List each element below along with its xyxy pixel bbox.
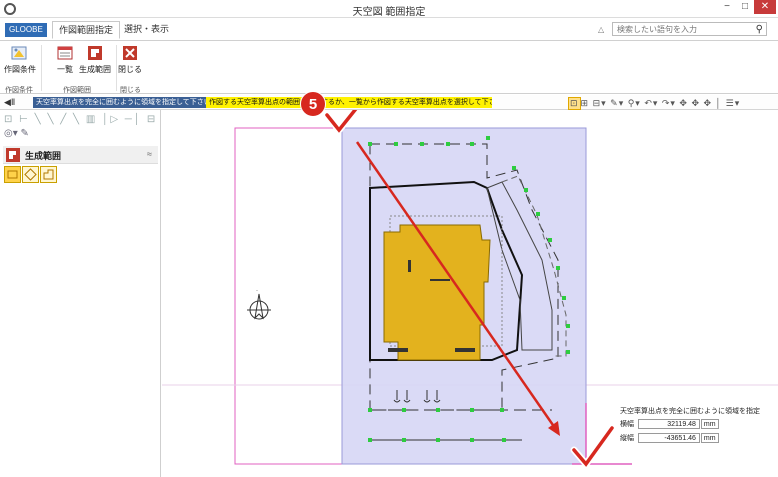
height-unit: mm: [700, 433, 719, 443]
instruction-message: 天空率算出点を完全に囲むように領域を指定して下さい。: [33, 97, 221, 108]
calc-point: [446, 142, 450, 146]
search-box: ⚲: [612, 22, 767, 36]
calc-point: [402, 438, 406, 442]
calc-point: [368, 438, 372, 442]
detail-bar: [388, 348, 408, 352]
close-ribbon-label: 閉じる: [118, 65, 142, 74]
height-row: 縦幅 -43651.46 mm: [620, 433, 770, 444]
section-title: 生成範囲: [25, 151, 62, 161]
fit-view-icon[interactable]: ⊡: [568, 97, 581, 110]
calc-point: [548, 238, 552, 242]
group-divider: [41, 45, 42, 91]
group-label-range: 作図範囲: [63, 87, 91, 94]
height-label: 縦幅: [620, 435, 634, 442]
width-label: 横幅: [620, 421, 634, 428]
tab-drawing-range[interactable]: 作図範囲指定: [52, 21, 121, 39]
width-unit: mm: [700, 419, 719, 429]
polygon-icon: [43, 169, 54, 180]
tab-gloobe[interactable]: GLOOBE: [5, 23, 47, 37]
calc-point: [470, 408, 474, 412]
diamond-shape-button[interactable]: [22, 166, 39, 183]
ribbon-tab-bar: GLOOBE 作図範囲指定 選択・表示 △ ⚲: [0, 18, 778, 40]
calc-point: [486, 136, 490, 140]
detail-mark: [408, 260, 411, 272]
group-label-conditions: 作図条件: [5, 87, 33, 94]
view-toolbar[interactable]: ⊡ ⊞ ⊟▾ ✎▾ ⚲▾ ↶▾ ↷▾ ✥ ✥ ✥ │ ☰▾: [568, 97, 740, 110]
calc-point: [470, 438, 474, 442]
calc-point: [420, 142, 424, 146]
calc-point: [470, 142, 474, 146]
drawing-conditions-button[interactable]: 作図条件: [4, 45, 36, 75]
north-arrow-icon: ·: [247, 288, 271, 320]
calc-point: [566, 324, 570, 328]
group-divider: [116, 45, 117, 91]
building-footprint: [383, 224, 491, 361]
calc-point: [394, 142, 398, 146]
calc-point: [556, 266, 560, 270]
maximize-button[interactable]: □: [736, 0, 754, 14]
range-size-panel: 天空率算出点を完全に囲むように領域を指定 横幅 32119.48 mm 縦幅 -…: [620, 406, 770, 444]
polygon-shape-button[interactable]: [40, 166, 57, 183]
help-icon[interactable]: △: [598, 25, 604, 34]
rectangle-icon: [7, 170, 18, 179]
generation-range-icon: [88, 46, 102, 60]
ribbon: 作図条件 一覧 生成範囲 閉じる 作図条件 作図範囲 閉じる: [0, 40, 778, 94]
close-icon: [123, 46, 137, 60]
tab-select-view[interactable]: 選択・表示: [118, 21, 175, 39]
guide-message: 作図する天空率算出点の範囲を指定するか、一覧から作図する天空率算出点を選択して下…: [206, 97, 492, 108]
range-size-title: 天空率算出点を完全に囲むように領域を指定: [620, 408, 760, 415]
close-ribbon-button[interactable]: 閉じる: [118, 45, 142, 75]
rectangle-shape-button[interactable]: [4, 166, 21, 183]
list-label: 一覧: [57, 65, 73, 74]
generation-range-icon: [6, 148, 20, 162]
calc-point: [536, 212, 540, 216]
collapse-icon[interactable]: ≈: [147, 149, 152, 159]
group-label-close: 閉じる: [120, 87, 141, 94]
calc-point: [368, 142, 372, 146]
panel-toggle-icon[interactable]: ◀Ⅱ: [4, 97, 15, 108]
calc-point: [368, 408, 372, 412]
left-panel: ⊡ ⊢ ╲ ╲ ╱ ╲ ▥ │▷ ─│ ⊟ ◎▾ ✎ 生成範囲 ≈: [0, 110, 161, 477]
search-icon[interactable]: ⚲: [756, 24, 763, 35]
height-value[interactable]: -43651.46: [637, 433, 700, 443]
list-button[interactable]: 一覧: [53, 45, 77, 75]
sub-toolbar[interactable]: ◎▾ ✎: [4, 128, 29, 139]
calc-point: [502, 438, 506, 442]
width-value[interactable]: 32119.48: [637, 419, 700, 429]
title-bar: 天空図 範囲指定 − □ ✕: [0, 0, 778, 18]
calc-point: [402, 408, 406, 412]
svg-text:·: ·: [256, 288, 258, 294]
calc-point: [524, 188, 528, 192]
calc-point: [436, 408, 440, 412]
search-input[interactable]: [613, 23, 741, 35]
detail-bar: [455, 348, 475, 352]
minimize-button[interactable]: −: [718, 0, 736, 14]
sky-chart-icon: [11, 46, 27, 60]
list-icon: [57, 46, 73, 60]
calc-point: [500, 408, 504, 412]
edit-toolbar[interactable]: ⊡ ⊢ ╲ ╲ ╱ ╲ ▥ │▷ ─│ ⊟: [4, 114, 157, 125]
section-header[interactable]: 生成範囲 ≈: [3, 146, 158, 164]
drawing-conditions-label: 作図条件: [4, 65, 36, 74]
command-bar: ◀Ⅱ 天空率算出点を完全に囲むように領域を指定して下さい。 作図する天空率算出点…: [0, 95, 778, 110]
diamond-icon: [24, 168, 37, 181]
calc-point: [512, 166, 516, 170]
calc-point: [562, 296, 566, 300]
drawing-canvas[interactable]: · 天空率算出点を完全に囲むように領域を指定 横幅 32119.48 mm 縦幅…: [162, 110, 778, 477]
window-title: 天空図 範囲指定: [352, 7, 426, 18]
calc-point: [436, 438, 440, 442]
generation-range-button[interactable]: 生成範囲: [78, 45, 112, 75]
calc-point: [566, 350, 570, 354]
generation-range-label: 生成範囲: [79, 65, 111, 74]
step-number-badge: 5: [300, 91, 326, 117]
close-button[interactable]: ✕: [754, 0, 776, 14]
width-row: 横幅 32119.48 mm: [620, 419, 770, 430]
